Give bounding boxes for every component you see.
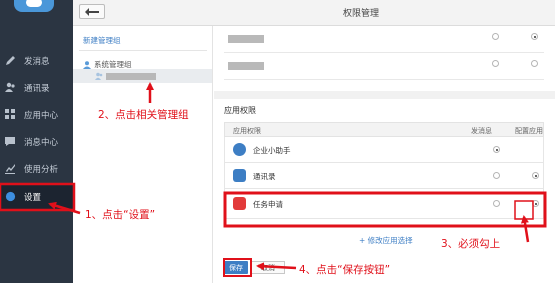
sidebar-item-app-center[interactable]: 应用中心 — [0, 101, 73, 128]
contacts-icon — [5, 82, 16, 93]
send-message-radio[interactable] — [492, 33, 499, 40]
sidebar-item-label: 使用分析 — [24, 164, 59, 175]
app-name: 企业小助手 — [253, 146, 291, 155]
user-icon — [83, 60, 91, 69]
sidebar: 发消息 通讯录 应用中心 消息中心 使用分析 设置 — [0, 0, 73, 283]
save-button[interactable]: 保存 — [224, 261, 248, 274]
step2-annotation: 2、点击相关管理组 — [98, 109, 189, 121]
sidebar-item-label: 发消息 — [24, 56, 50, 67]
permission-panel: 应用权限 应用权限 发消息 配置应用 企业小助手 通讯录 任务申请 + 修改应用… — [214, 26, 555, 283]
step3-annotation: 3、必须勾上 — [441, 238, 501, 250]
column-header-config: 配置应用 — [515, 127, 543, 135]
config-app-radio[interactable] — [532, 172, 539, 179]
step4-annotation: 4、点击“保存按钮” — [299, 264, 391, 276]
app-name: 任务申请 — [253, 200, 283, 209]
page-title: 权限管理 — [343, 9, 380, 19]
back-arrow-icon — [85, 7, 99, 16]
sidebar-item-label: 消息中心 — [24, 137, 59, 148]
sidebar-item-message-center[interactable]: 消息中心 — [0, 128, 73, 155]
apps-icon — [5, 109, 16, 120]
analytics-icon — [5, 163, 16, 174]
contacts-app-icon — [233, 169, 246, 182]
table-row — [224, 53, 544, 80]
table-header: 应用权限 发消息 配置应用 — [224, 122, 544, 137]
task-app-icon — [233, 197, 246, 210]
back-button[interactable] — [79, 4, 105, 19]
cancel-button[interactable]: 取消 — [251, 261, 285, 274]
redacted-text — [228, 35, 264, 43]
users-icon — [95, 72, 103, 80]
column-header-send: 发消息 — [471, 127, 492, 135]
sidebar-item-label: 通讯录 — [24, 83, 50, 94]
send-message-radio[interactable] — [492, 60, 499, 67]
config-app-radio[interactable] — [531, 60, 538, 67]
column-header-app: 应用权限 — [233, 127, 261, 135]
sidebar-item-label: 应用中心 — [24, 110, 59, 121]
new-group-link[interactable]: 新建管理组 — [83, 35, 121, 46]
table-row: 企业小助手 — [224, 137, 544, 163]
table-row — [224, 26, 544, 53]
send-message-radio[interactable] — [493, 146, 500, 153]
group-member-item[interactable] — [73, 69, 212, 83]
sidebar-item-label: 设置 — [24, 192, 42, 203]
send-message-radio[interactable] — [493, 200, 500, 207]
app-logo — [14, 0, 54, 12]
section-title: 应用权限 — [224, 106, 256, 115]
section-divider — [214, 91, 555, 99]
send-message-radio[interactable] — [493, 172, 500, 179]
message-center-icon — [5, 136, 16, 147]
sidebar-item-send-message[interactable]: 发消息 — [0, 47, 73, 74]
config-app-radio[interactable] — [531, 33, 538, 40]
app-name: 通讯录 — [253, 172, 276, 181]
gear-icon — [5, 191, 16, 202]
redacted-member-name — [106, 73, 156, 80]
divider — [79, 50, 207, 51]
top-bar: 权限管理 — [73, 0, 555, 26]
sidebar-item-analytics[interactable]: 使用分析 — [0, 155, 73, 182]
table-row: 任务申请 — [224, 189, 544, 219]
sidebar-item-settings[interactable]: 设置 — [0, 183, 73, 210]
table-row: 通讯录 — [224, 163, 544, 189]
chat-bubble-icon — [26, 0, 42, 7]
pencil-icon — [5, 55, 16, 66]
modify-app-selection-link[interactable]: + 修改应用选择 — [359, 235, 413, 246]
sidebar-item-contacts[interactable]: 通讯录 — [0, 74, 73, 101]
config-app-radio[interactable] — [532, 200, 539, 207]
assistant-app-icon — [233, 143, 246, 156]
redacted-text — [228, 62, 264, 70]
step1-annotation: 1、点击“设置” — [85, 209, 156, 221]
group-tree: 新建管理组 系统管理组 — [73, 26, 213, 283]
